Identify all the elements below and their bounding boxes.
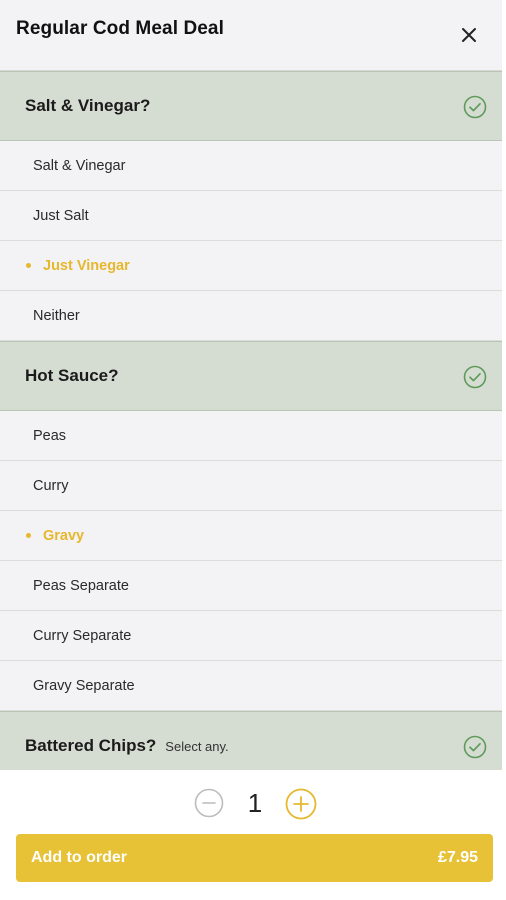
quantity-value: 1 bbox=[247, 788, 263, 818]
option-label: Curry bbox=[33, 477, 69, 494]
add-to-order-button[interactable]: Add to order £7.95 bbox=[16, 834, 493, 882]
option-gravy-separate[interactable]: Gravy Separate bbox=[0, 661, 502, 711]
option-label: Salt & Vinegar bbox=[33, 157, 126, 174]
check-circle-icon bbox=[463, 365, 487, 389]
option-curry[interactable]: Curry bbox=[0, 461, 502, 511]
section-title: Battered Chips? bbox=[25, 736, 157, 755]
selected-dot-icon bbox=[26, 533, 31, 538]
options-list[interactable]: Salt & Vinegar? Salt & Vinegar Just Salt… bbox=[0, 71, 502, 770]
option-salt-vinegar[interactable]: Salt & Vinegar bbox=[0, 141, 502, 191]
close-button[interactable] bbox=[456, 22, 482, 48]
section-hot-sauce[interactable]: Hot Sauce? bbox=[0, 341, 502, 411]
option-peas-separate[interactable]: Peas Separate bbox=[0, 561, 502, 611]
order-footer: 1 Add to order £7.95 bbox=[0, 770, 502, 900]
option-label: Neither bbox=[33, 307, 80, 324]
option-peas[interactable]: Peas bbox=[0, 411, 502, 461]
option-gravy[interactable]: Gravy bbox=[0, 511, 502, 561]
check-circle-icon bbox=[463, 95, 487, 119]
quantity-stepper: 1 bbox=[0, 786, 502, 820]
option-curry-separate[interactable]: Curry Separate bbox=[0, 611, 502, 661]
meal-deal-modal: Regular Cod Meal Deal Salt & Vinegar? Sa… bbox=[0, 0, 502, 900]
option-label: Just Vinegar bbox=[43, 257, 130, 274]
section-note: Select any. bbox=[165, 738, 229, 754]
section-battered-chips[interactable]: Battered Chips? Select any. bbox=[0, 711, 502, 770]
modal-header: Regular Cod Meal Deal bbox=[0, 0, 502, 71]
section-title: Hot Sauce? bbox=[25, 366, 119, 385]
section-title: Salt & Vinegar? bbox=[25, 96, 151, 115]
add-to-order-label: Add to order bbox=[31, 849, 127, 866]
minus-icon[interactable] bbox=[194, 788, 224, 818]
close-icon bbox=[462, 28, 476, 42]
option-just-salt[interactable]: Just Salt bbox=[0, 191, 502, 241]
plus-icon[interactable] bbox=[285, 788, 317, 820]
order-price: £7.95 bbox=[437, 849, 478, 866]
option-label: Gravy Separate bbox=[33, 677, 135, 694]
option-label: Gravy bbox=[43, 527, 85, 544]
option-label: Curry Separate bbox=[33, 627, 132, 644]
modal-title: Regular Cod Meal Deal bbox=[16, 18, 224, 39]
option-label: Just Salt bbox=[33, 207, 89, 224]
selected-dot-icon bbox=[26, 263, 31, 268]
option-neither[interactable]: Neither bbox=[0, 291, 502, 341]
section-salt-vinegar[interactable]: Salt & Vinegar? bbox=[0, 71, 502, 141]
check-circle-icon bbox=[463, 735, 487, 759]
option-just-vinegar[interactable]: Just Vinegar bbox=[0, 241, 502, 291]
option-label: Peas Separate bbox=[33, 577, 129, 594]
option-label: Peas bbox=[33, 427, 67, 444]
